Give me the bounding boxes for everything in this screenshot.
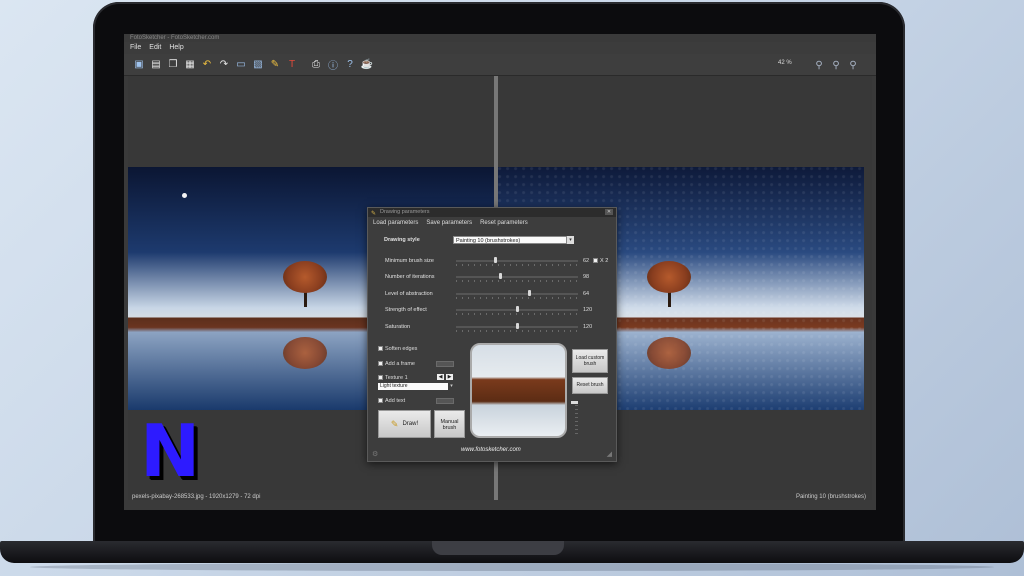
status-style: Painting 10 (brushstrokes) bbox=[795, 494, 866, 500]
brush-icon[interactable]: ✎ bbox=[268, 57, 282, 73]
menu-help[interactable]: Help bbox=[169, 42, 183, 54]
moon bbox=[182, 193, 187, 198]
help-icon[interactable]: ? bbox=[343, 57, 357, 73]
draw-button[interactable]: ✎ Draw! bbox=[378, 410, 431, 438]
text-options-button[interactable] bbox=[436, 398, 454, 404]
draw-button-label: Draw! bbox=[402, 421, 419, 427]
brush-preview bbox=[470, 343, 567, 438]
strength-label: Strength of effect bbox=[385, 307, 427, 313]
reset-parameters-menu[interactable]: Reset parameters bbox=[480, 220, 528, 226]
drawing-parameters-dialog: ✎ Drawing parameters ✕ Load parameters S… bbox=[367, 207, 617, 462]
chevron-down-icon[interactable]: ▾ bbox=[448, 383, 455, 390]
min-brush-size-label: Minimum brush size bbox=[385, 258, 434, 264]
min-brush-size-slider[interactable] bbox=[456, 260, 578, 262]
iterations-value: 98 bbox=[583, 274, 590, 280]
soften-edges-checkbox[interactable] bbox=[378, 346, 383, 351]
slider-thumb[interactable] bbox=[516, 306, 519, 312]
paste-icon[interactable]: ▦ bbox=[183, 57, 197, 73]
add-text-label: Add text bbox=[385, 398, 406, 404]
abstraction-value: 64 bbox=[583, 291, 590, 297]
reset-brush-button[interactable]: Reset brush bbox=[572, 377, 608, 394]
min-brush-size-value: 62 bbox=[583, 258, 590, 264]
slider-thumb[interactable] bbox=[528, 290, 532, 296]
dialog-menu: Load parameters Save parameters Reset pa… bbox=[368, 217, 616, 229]
menu-file[interactable]: File bbox=[130, 42, 141, 54]
dialog-title-bar[interactable]: ✎ Drawing parameters ✕ bbox=[368, 208, 616, 217]
saturation-value: 120 bbox=[583, 324, 593, 330]
texture-select[interactable]: Light texture bbox=[378, 383, 448, 390]
undo-icon[interactable]: ↶ bbox=[200, 57, 214, 73]
tree-canopy bbox=[283, 261, 327, 293]
channel-logo: N bbox=[140, 409, 200, 493]
x2-label: X 2 bbox=[600, 258, 609, 264]
iterations-label: Number of iterations bbox=[385, 274, 435, 280]
x2-checkbox[interactable] bbox=[593, 258, 598, 263]
palette-icon: ✎ bbox=[390, 418, 399, 429]
zoom-out-icon[interactable]: ⚲ bbox=[812, 57, 826, 73]
zoom-in-icon[interactable]: ⚲ bbox=[846, 57, 860, 73]
chevron-down-icon[interactable]: ▾ bbox=[567, 236, 574, 244]
toolbar: ▣ ▤ ❐ ▦ ↶ ↷ ▭ ▧ ✎ T ⎙ ⓘ ? ☕ 42 % ⚲ ⚲ ⚲ bbox=[124, 54, 876, 76]
saturation-label: Saturation bbox=[385, 324, 411, 330]
texture-prev-icon[interactable]: ◀ bbox=[437, 374, 444, 380]
add-frame-label: Add a frame bbox=[385, 361, 415, 367]
iterations-slider[interactable] bbox=[456, 276, 578, 278]
texture-label: Texture 1 bbox=[385, 375, 408, 381]
drawing-style-select[interactable]: Painting 10 (brushstrokes) bbox=[453, 236, 567, 244]
text-icon[interactable]: T bbox=[285, 57, 299, 73]
landscape-icon[interactable]: ▧ bbox=[251, 57, 265, 73]
tree-reflection bbox=[283, 337, 327, 369]
abstraction-label: Level of abstraction bbox=[385, 291, 433, 297]
slider-thumb[interactable] bbox=[516, 323, 519, 329]
coffee-icon[interactable]: ☕ bbox=[360, 57, 374, 73]
tree-reflection bbox=[647, 337, 691, 369]
app-icon: ✎ bbox=[371, 211, 377, 217]
slider-thumb[interactable] bbox=[498, 273, 502, 279]
info-icon[interactable]: ⓘ bbox=[326, 57, 340, 73]
slider-thumb[interactable] bbox=[494, 257, 498, 263]
laptop-shadow bbox=[30, 563, 994, 571]
frame-options-button[interactable] bbox=[436, 361, 454, 367]
tree-canopy bbox=[647, 261, 691, 293]
cog-icon[interactable]: ⚙ bbox=[372, 450, 378, 458]
menu-edit[interactable]: Edit bbox=[149, 42, 161, 54]
status-file-info: pexels-pixabay-268533.jpg - 1920x1279 - … bbox=[132, 494, 261, 500]
save-parameters-menu[interactable]: Save parameters bbox=[426, 220, 472, 226]
manual-brush-button[interactable]: Manual brush bbox=[434, 410, 465, 438]
preview-zoom-thumb[interactable] bbox=[571, 401, 578, 404]
redo-icon[interactable]: ↷ bbox=[217, 57, 231, 73]
window-title: FotoSketcher - FotoSketcher.com bbox=[124, 34, 876, 42]
image-icon[interactable]: ▭ bbox=[234, 57, 248, 73]
website-link[interactable]: www.fotosketcher.com bbox=[461, 447, 521, 453]
print-icon[interactable]: ⎙ bbox=[309, 57, 323, 73]
drawing-style-label: Drawing style bbox=[384, 237, 420, 243]
texture-checkbox[interactable] bbox=[378, 375, 383, 380]
save-icon[interactable]: ▤ bbox=[149, 57, 163, 73]
preview-zoom-slider[interactable] bbox=[575, 401, 578, 437]
texture-next-icon[interactable]: ▶ bbox=[446, 374, 453, 380]
dialog-title: Drawing parameters bbox=[380, 209, 430, 215]
strength-value: 120 bbox=[583, 307, 593, 313]
resize-icon[interactable]: ◢ bbox=[607, 450, 612, 458]
close-icon[interactable]: ✕ bbox=[605, 209, 613, 215]
copy-icon[interactable]: ❐ bbox=[166, 57, 180, 73]
menu-bar: File Edit Help bbox=[124, 42, 876, 54]
soften-edges-label: Soften edges bbox=[385, 346, 418, 352]
abstraction-slider[interactable] bbox=[456, 293, 578, 295]
open-icon[interactable]: ▣ bbox=[132, 57, 146, 73]
zoom-level: 42 % bbox=[778, 60, 792, 66]
load-parameters-menu[interactable]: Load parameters bbox=[373, 220, 418, 226]
load-custom-brush-button[interactable]: Load custom brush bbox=[572, 349, 608, 373]
zoom-fit-icon[interactable]: ⚲ bbox=[829, 57, 843, 73]
laptop-notch bbox=[432, 541, 564, 555]
add-frame-checkbox[interactable] bbox=[378, 361, 383, 366]
add-text-checkbox[interactable] bbox=[378, 398, 383, 403]
